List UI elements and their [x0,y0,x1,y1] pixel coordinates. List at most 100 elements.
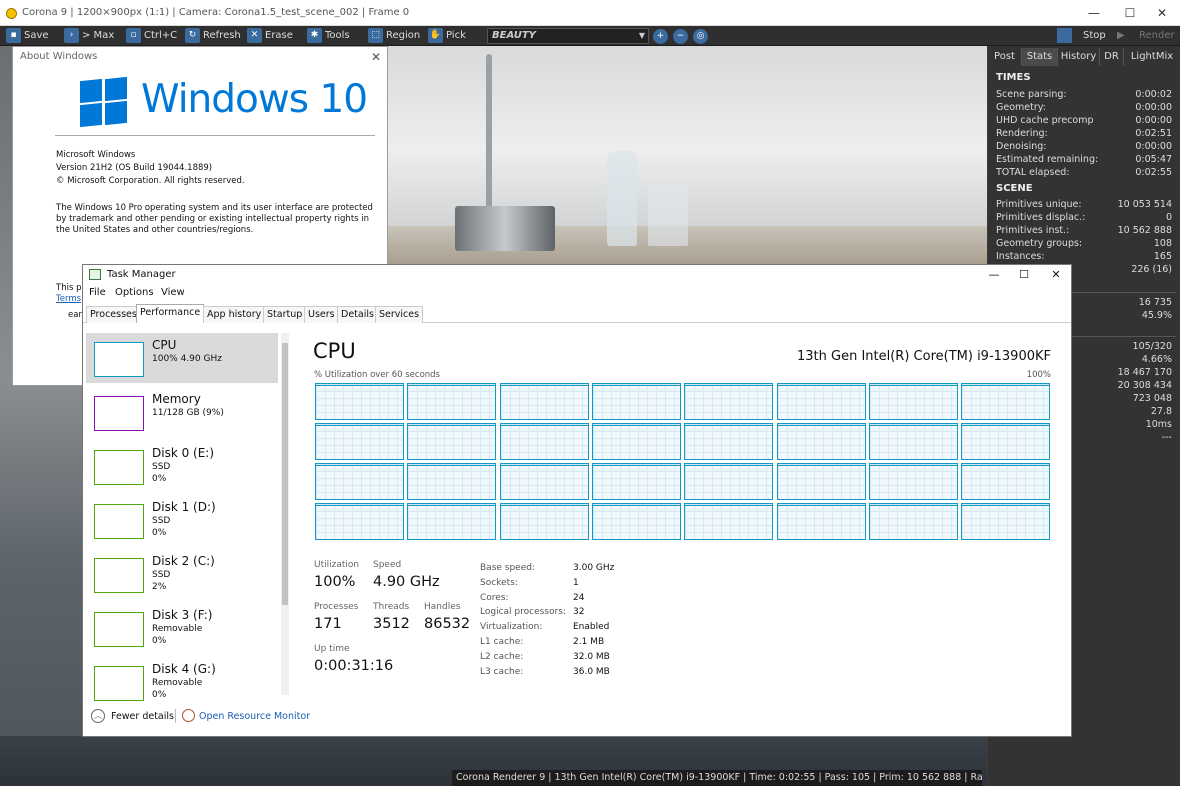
sidebar-item-disk-2-c[interactable]: Disk 2 (C:) SSD 2% [86,549,278,599]
uptime-value: 0:00:31:16 [314,658,394,674]
tab-post[interactable]: Post [988,48,1022,66]
max-button[interactable]: › > Max [62,26,114,46]
fewer-details-button[interactable]: Fewer details [111,711,174,722]
tab-details[interactable]: Details [337,306,378,323]
menu-options[interactable]: Options [115,287,154,298]
menu-view[interactable]: View [161,287,185,298]
minimize-button[interactable]: — [1076,0,1112,26]
sidebar-item-memory[interactable]: Memory 11/128 GB (9%) [86,387,278,437]
stat-value: 0:00:00 [1135,115,1172,126]
sidebar-item-usage: 0% [152,636,167,646]
save-button[interactable]: ▪ Save [4,26,49,46]
spec-value: 2.1 MB [573,637,605,647]
menu-file[interactable]: File [89,287,106,298]
render-button[interactable]: ▶ Render [1117,26,1177,46]
tools-button[interactable]: ✱ Tools [305,26,350,46]
about-close-button[interactable]: ✕ [371,47,381,67]
spec-value: 1 [573,577,579,588]
stat-row: Primitives displac.: 0 [996,211,1172,224]
sidebar-item-cpu[interactable]: CPU 100% 4.90 GHz [86,333,278,383]
cpu-core-graph [315,463,404,500]
cpu-core-graph [591,463,681,500]
tm-close-button[interactable]: ✕ [1041,265,1071,285]
tm-maximize-button[interactable]: ☐ [1009,265,1039,285]
stop-button[interactable]: Stop [1057,26,1109,46]
cpu-core-graph [407,383,497,420]
about-terms-link[interactable]: Terms [56,293,81,306]
stat-key: Denoising: [996,141,1047,152]
channel-select[interactable]: BEAUTY ▼ [487,28,649,44]
sidebar-item-disk-3-f[interactable]: Disk 3 (F:) Removable 0% [86,603,278,653]
gear-icon: ✱ [307,28,322,43]
tab-history[interactable]: History [1058,48,1100,66]
tm-minimize-button[interactable]: — [979,265,1009,285]
tab-stats[interactable]: Stats [1022,48,1058,66]
pick-button[interactable]: ✋ Pick [426,26,466,46]
stat-value: 226 (16) [1131,264,1172,275]
chevron-up-icon[interactable]: ︿ [91,709,105,723]
render-bottle [607,151,637,246]
pick-label: Pick [446,30,466,41]
region-button[interactable]: ⬚ Region [366,26,420,46]
tab-processes[interactable]: Processes [86,306,141,323]
refresh-icon: ↻ [185,28,200,43]
core-usage-line [685,505,773,506]
sidebar-item-disk-1-d[interactable]: Disk 1 (D:) SSD 0% [86,495,278,545]
spec-value: 24 [573,592,585,603]
sidebar-scrollbar[interactable] [281,333,289,695]
about-line: Microsoft Windows [56,150,136,160]
tab-startup[interactable]: Startup [263,306,307,323]
cpu-core-graph [776,503,866,540]
core-usage-line [592,425,680,426]
tab-lightmix[interactable]: LightMix [1124,48,1180,66]
stat-key: UHD cache precomp [996,115,1094,126]
stat-row: Estimated remaining: 0:05:47 [996,153,1172,166]
save-icon: ▪ [6,28,21,43]
tab-users[interactable]: Users [304,306,339,323]
channel-value: BEAUTY [492,30,536,41]
sidebar-thumbnail [94,666,144,701]
cpu-core-graph [684,383,774,420]
tm-footer: ︿ Fewer details Open Resource Monitor [83,705,1071,735]
zoom-fit-icon[interactable]: ◎ [693,29,708,44]
about-line: © Microsoft Corporation. All rights rese… [56,176,245,186]
stat-value: 0:02:55 [1135,167,1172,178]
tab-performance[interactable]: Performance [136,304,205,323]
core-usage-line [408,505,496,506]
scrollbar-thumb[interactable] [282,343,288,605]
util-max: 100% [1026,370,1051,380]
tab-dr[interactable]: DR [1100,48,1124,66]
core-usage-line [777,425,865,426]
refresh-button[interactable]: ↻ Refresh [183,26,241,46]
cpu-core-graph [407,423,497,460]
stat-value: --- [1161,432,1172,443]
cpu-core-graph [684,463,774,500]
tm-menubar: File Options View [83,285,1071,303]
sidebar-item-detail: 11/128 GB (9%) [152,408,224,418]
sidebar-item-label: Disk 2 (C:) [152,554,215,568]
cpu-core-graph [868,463,958,500]
cpu-core-graph [961,423,1051,460]
sidebar-item-label: Disk 1 (D:) [152,500,216,514]
sidebar-item-label: Disk 0 (E:) [152,446,215,460]
stop-label: Stop [1083,30,1106,41]
tab-services[interactable]: Services [375,306,424,323]
copy-button[interactable]: ▫ Ctrl+C [124,26,177,46]
about-line: the United States and other countries/re… [56,225,254,235]
zoom-out-icon[interactable]: − [673,29,688,44]
core-usage-line [316,505,403,506]
task-manager-titlebar: Task Manager — ☐ ✕ [83,265,1071,285]
close-button[interactable]: ✕ [1144,0,1180,26]
chevron-down-icon: ▼ [638,31,645,40]
maximize-button[interactable]: ☐ [1112,0,1148,26]
zoom-in-icon[interactable]: + [653,29,668,44]
cpu-core-graph [868,503,958,540]
tab-app-history[interactable]: App history [203,306,266,323]
spec-value: 32 [573,607,585,618]
save-label: Save [24,30,49,41]
sidebar-item-disk-0-e[interactable]: Disk 0 (E:) SSD 0% [86,441,278,491]
open-resource-monitor-link[interactable]: Open Resource Monitor [199,711,310,722]
erase-button[interactable]: ✕ Erase [245,26,293,46]
scene-heading: SCENE [996,183,1033,194]
sidebar-item-disk-4-g[interactable]: Disk 4 (G:) Removable 0% [86,657,278,707]
